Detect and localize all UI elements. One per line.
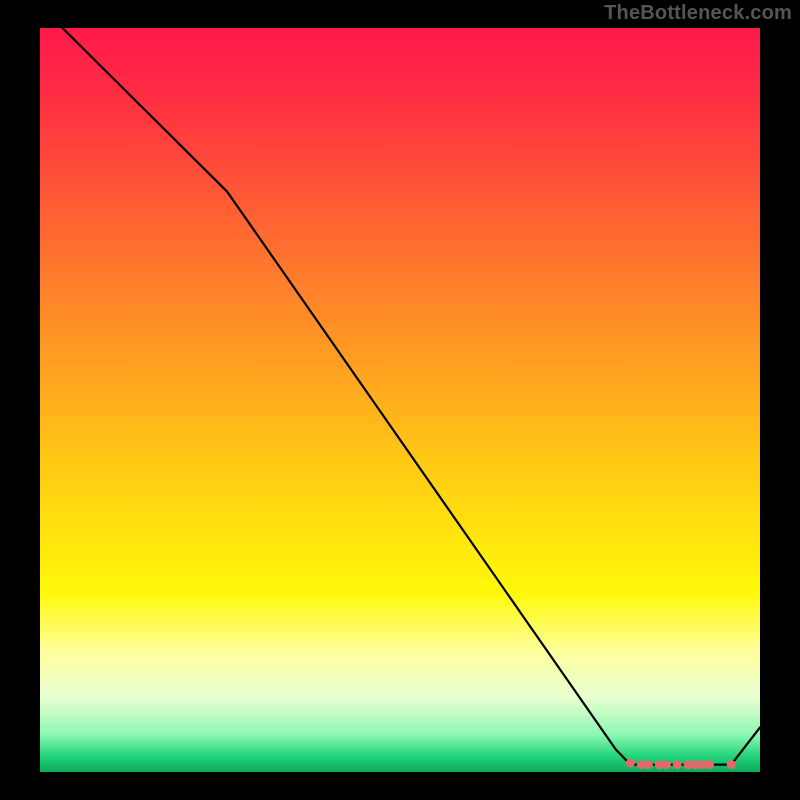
data-marker: [644, 760, 653, 769]
data-marker: [727, 760, 736, 769]
chart-frame: TheBottleneck.com: [0, 0, 800, 800]
data-marker: [705, 760, 714, 769]
data-marker: [662, 760, 671, 769]
data-marker: [626, 759, 635, 768]
data-marker: [673, 760, 682, 769]
plot-area: [40, 28, 760, 772]
chart-svg: [40, 28, 760, 772]
watermark-label: TheBottleneck.com: [604, 2, 792, 25]
bottleneck-curve-line: [40, 28, 760, 765]
